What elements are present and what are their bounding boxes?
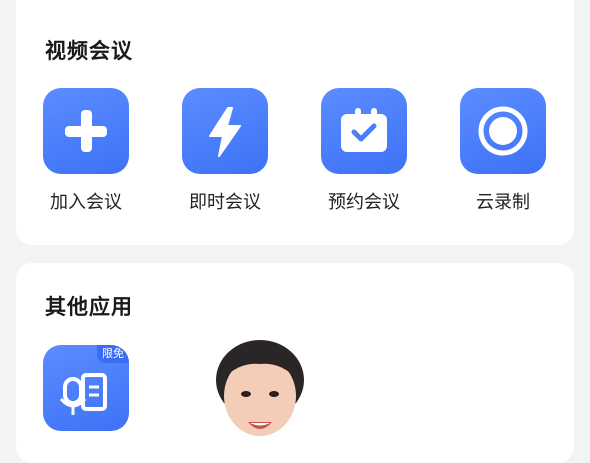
cloud-record-label: 云录制 bbox=[476, 192, 530, 213]
lightning-icon bbox=[209, 107, 241, 157]
instant-meeting-label: 即时会议 bbox=[189, 192, 261, 213]
join-meeting-button[interactable] bbox=[43, 88, 129, 174]
instant-meeting-button[interactable] bbox=[182, 88, 268, 174]
join-meeting-label: 加入会议 bbox=[50, 192, 122, 213]
record-icon bbox=[478, 106, 528, 156]
video-meeting-title: 视频会议 bbox=[45, 39, 133, 63]
schedule-meeting-button[interactable] bbox=[321, 88, 407, 174]
schedule-meeting-label: 预约会议 bbox=[328, 192, 400, 213]
calendar-check-icon bbox=[341, 108, 387, 152]
plus-icon bbox=[65, 110, 107, 152]
other-apps-title: 其他应用 bbox=[45, 295, 133, 319]
person-photo bbox=[216, 340, 304, 436]
cloud-record-button[interactable] bbox=[460, 88, 546, 174]
voice-transcribe-app-button[interactable]: 限免 bbox=[43, 345, 129, 431]
